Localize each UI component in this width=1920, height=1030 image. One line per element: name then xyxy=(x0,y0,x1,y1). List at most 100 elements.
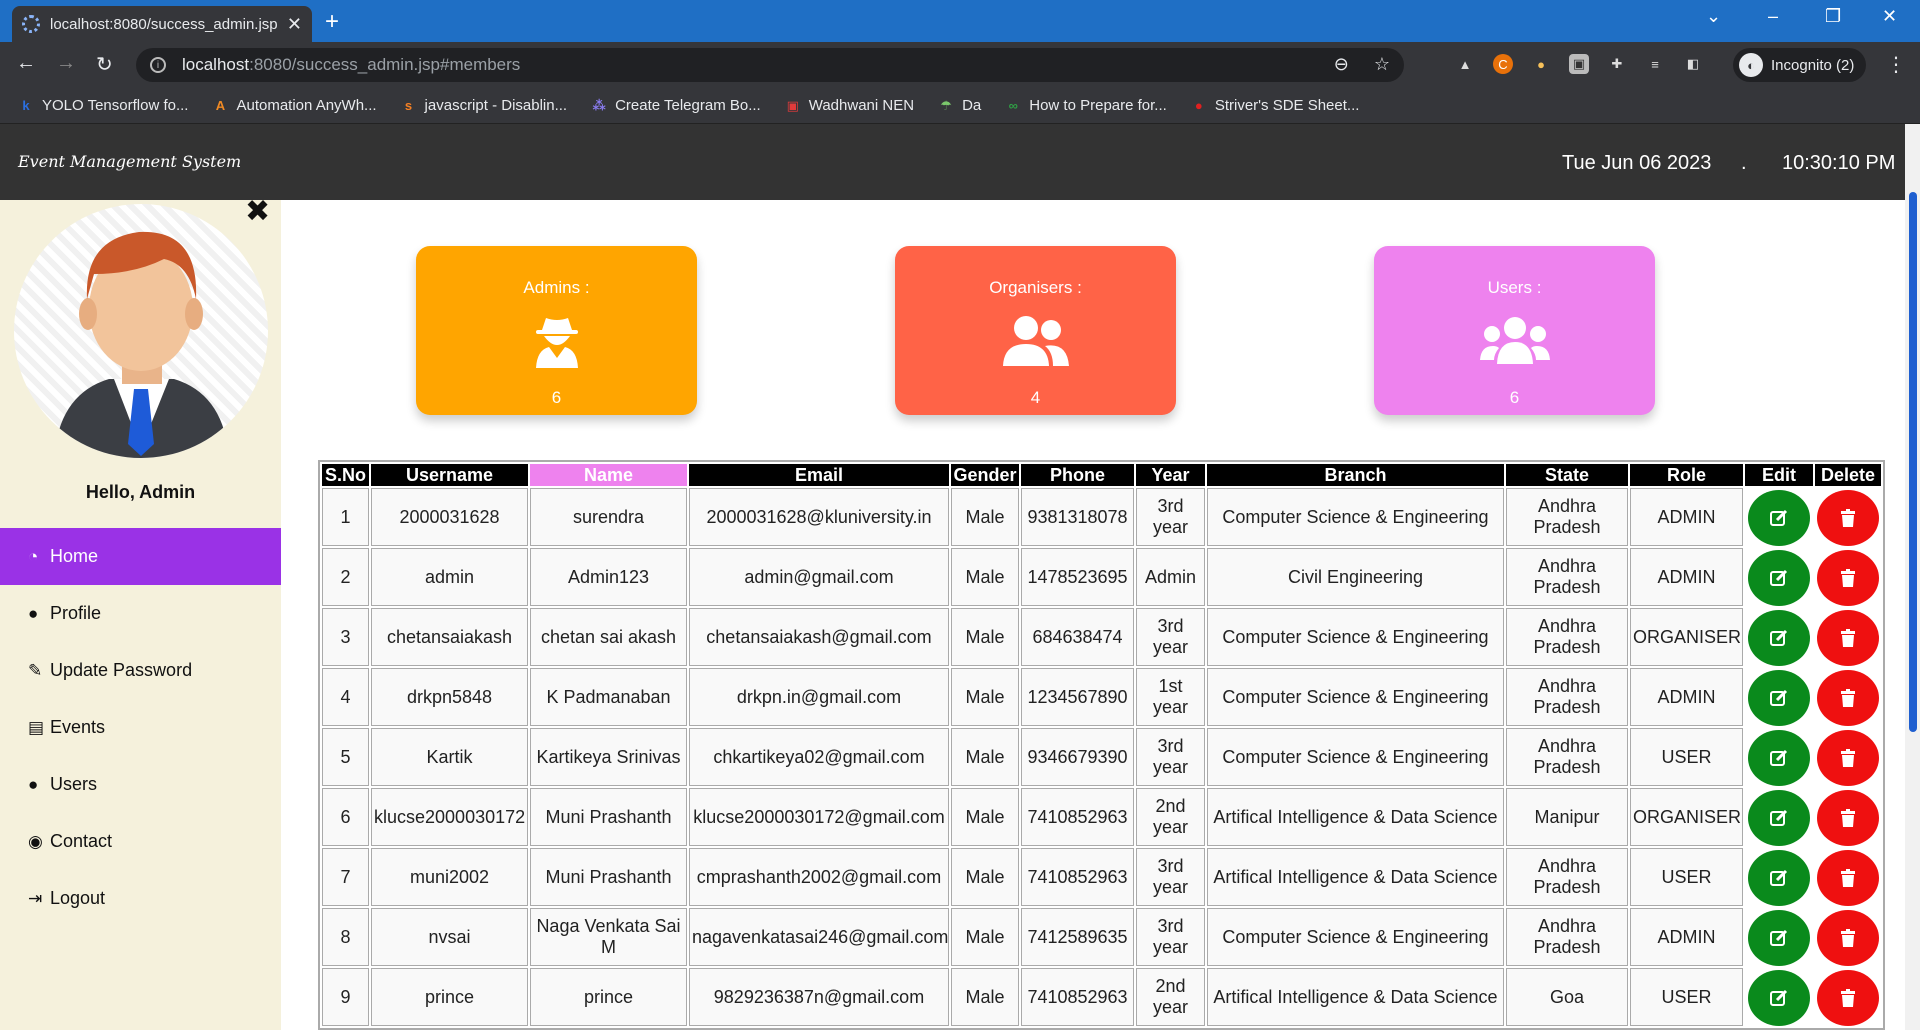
chevron-down-icon[interactable]: ⌄ xyxy=(1706,6,1721,27)
delete-cell xyxy=(1815,908,1881,966)
reading-list-icon[interactable]: ≡ xyxy=(1645,54,1665,74)
delete-button[interactable] xyxy=(1817,669,1879,726)
extension-c-icon[interactable]: C xyxy=(1493,54,1513,74)
edit-icon xyxy=(1770,869,1788,886)
back-button[interactable]: ← xyxy=(16,52,36,75)
minimize-button[interactable]: – xyxy=(1768,6,1778,27)
bookmark-item[interactable]: ▣ Wadhwani NEN xyxy=(785,97,914,114)
delete-button[interactable] xyxy=(1817,909,1879,966)
address-bar[interactable]: i localhost:8080/success_admin.jsp#membe… xyxy=(136,48,1404,82)
incognito-badge[interactable]: ◐ Incognito (2) xyxy=(1733,48,1867,82)
table-cell: USER xyxy=(1630,968,1743,1026)
extension-image-icon[interactable]: ▣ xyxy=(1569,54,1589,74)
stat-card-organisers[interactable]: Organisers : 4 xyxy=(895,246,1176,415)
trash-icon xyxy=(1841,748,1855,767)
bookmark-label: Da xyxy=(962,97,982,114)
brand-logo[interactable]: Event Management System xyxy=(18,152,241,171)
stat-card-users[interactable]: Users : 6 xyxy=(1374,246,1655,415)
bookmark-item[interactable]: k YOLO Tensorflow fo... xyxy=(18,97,188,114)
table-cell: 1234567890 xyxy=(1021,668,1134,726)
edit-button[interactable] xyxy=(1748,489,1810,546)
browser-tabstrip: localhost:8080/success_admin.jsp ✕ + ⌄ –… xyxy=(0,0,1920,42)
table-cell: 2nd year xyxy=(1136,788,1205,846)
bookmark-item[interactable]: s javascript - Disablin... xyxy=(401,97,567,114)
edit-button[interactable] xyxy=(1748,549,1810,606)
table-cell: cmprashanth2002@gmail.com xyxy=(689,848,949,906)
forward-button[interactable]: → xyxy=(56,52,76,75)
delete-button[interactable] xyxy=(1817,489,1879,546)
extensions-bar: ▲ C ● ▣ ✚ ≡ ◧ xyxy=(1455,54,1703,74)
page-scrollbar[interactable] xyxy=(1905,124,1920,1030)
browser-toolbar: ← → ↻ i localhost:8080/success_admin.jsp… xyxy=(0,42,1920,88)
restore-button[interactable]: ❐ xyxy=(1825,6,1841,27)
bookmarks-bar: k YOLO Tensorflow fo... A Automation AnyWh.… xyxy=(0,88,1920,124)
sidebar-item-update-password[interactable]: ✎ Update Password xyxy=(0,642,281,699)
book-icon: ▤ xyxy=(28,717,45,737)
puzzle-icon[interactable]: ✚ xyxy=(1607,54,1627,74)
table-cell: ORGANISER xyxy=(1630,608,1743,666)
user-icon: ● xyxy=(28,774,39,794)
edit-icon xyxy=(1770,689,1788,706)
sidebar-item-label: Home xyxy=(50,546,99,566)
info-icon[interactable]: i xyxy=(150,57,166,73)
star-icon[interactable]: ☆ xyxy=(1374,54,1390,74)
bookmark-label: How to Prepare for... xyxy=(1029,97,1167,114)
delete-cell xyxy=(1815,848,1881,906)
sidebar-item-home[interactable]: ◔ Home xyxy=(0,528,281,585)
edit-button[interactable] xyxy=(1748,909,1810,966)
browser-menu-icon[interactable]: ⋮ xyxy=(1886,52,1906,77)
drive-icon[interactable]: ▲ xyxy=(1455,54,1475,74)
window-close-button[interactable]: ✕ xyxy=(1882,6,1897,27)
reload-button[interactable]: ↻ xyxy=(96,52,113,77)
bookmark-item[interactable]: ● Striver's SDE Sheet... xyxy=(1191,97,1360,114)
scrollbar-thumb[interactable] xyxy=(1909,192,1917,732)
edit-cell xyxy=(1745,488,1813,546)
table-cell: 3rd year xyxy=(1136,908,1205,966)
edit-button[interactable] xyxy=(1748,609,1810,666)
table-cell: 3rd year xyxy=(1136,608,1205,666)
table-row: 2 admin Admin123 admin@gmail.com Male 1478523… xyxy=(322,548,1881,606)
edit-button[interactable] xyxy=(1748,849,1810,906)
zoom-icon[interactable]: ⊖ xyxy=(1334,54,1349,74)
table-row: 4 drkpn5848 K Padmanaban drkpn.in@gmail.com… xyxy=(322,668,1881,726)
bookmark-item[interactable]: ⁂ Create Telegram Bo... xyxy=(591,97,760,114)
edit-icon xyxy=(1770,569,1788,586)
close-icon[interactable]: ✕ xyxy=(287,14,302,35)
delete-button[interactable] xyxy=(1817,969,1879,1026)
user-secret-icon xyxy=(416,314,697,368)
delete-button[interactable] xyxy=(1817,549,1879,606)
admin-avatar-illustration xyxy=(54,231,229,458)
sidepanel-icon[interactable]: ◧ xyxy=(1683,54,1703,74)
delete-button[interactable] xyxy=(1817,789,1879,846)
sidebar-item-label: Users xyxy=(50,774,98,794)
bookmark-item[interactable]: ∞ How to Prepare for... xyxy=(1005,97,1167,114)
bookmark-item[interactable]: ☂ Da xyxy=(938,97,981,114)
sidebar-item-profile[interactable]: ● Profile xyxy=(0,585,281,642)
bookmark-favicon-icon: ● xyxy=(1194,98,1203,113)
sidebar-item-label: Logout xyxy=(50,888,106,908)
delete-button[interactable] xyxy=(1817,729,1879,786)
sidebar-item-contact[interactable]: ◉ Contact xyxy=(0,813,281,870)
new-tab-button[interactable]: + xyxy=(325,8,339,36)
edit-button[interactable] xyxy=(1748,789,1810,846)
edit-button[interactable] xyxy=(1748,729,1810,786)
table-cell: Computer Science & Engineering xyxy=(1207,908,1504,966)
edit-icon xyxy=(1770,809,1788,826)
edit-button[interactable] xyxy=(1748,969,1810,1026)
bookmark-item[interactable]: A Automation AnyWh... xyxy=(212,97,377,114)
delete-button[interactable] xyxy=(1817,609,1879,666)
edit-button[interactable] xyxy=(1748,669,1810,726)
sidebar-item-users[interactable]: ● Users xyxy=(0,756,281,813)
extension-drop-icon[interactable]: ● xyxy=(1531,54,1551,74)
close-sidebar-button[interactable]: ✖ xyxy=(245,194,270,229)
edit-cell xyxy=(1745,668,1813,726)
browser-tab[interactable]: localhost:8080/success_admin.jsp ✕ xyxy=(12,6,312,42)
sidebar-item-logout[interactable]: ⇥ Logout xyxy=(0,870,281,927)
stat-card-admins[interactable]: Admins : 6 xyxy=(416,246,697,415)
stat-label: Organisers : xyxy=(989,278,1082,297)
dashboard-icon: ◔ xyxy=(28,546,39,566)
table-cell: chetansaiakash xyxy=(371,608,528,666)
delete-button[interactable] xyxy=(1817,849,1879,906)
edit-icon xyxy=(1770,629,1788,646)
sidebar-item-events[interactable]: ▤ Events xyxy=(0,699,281,756)
